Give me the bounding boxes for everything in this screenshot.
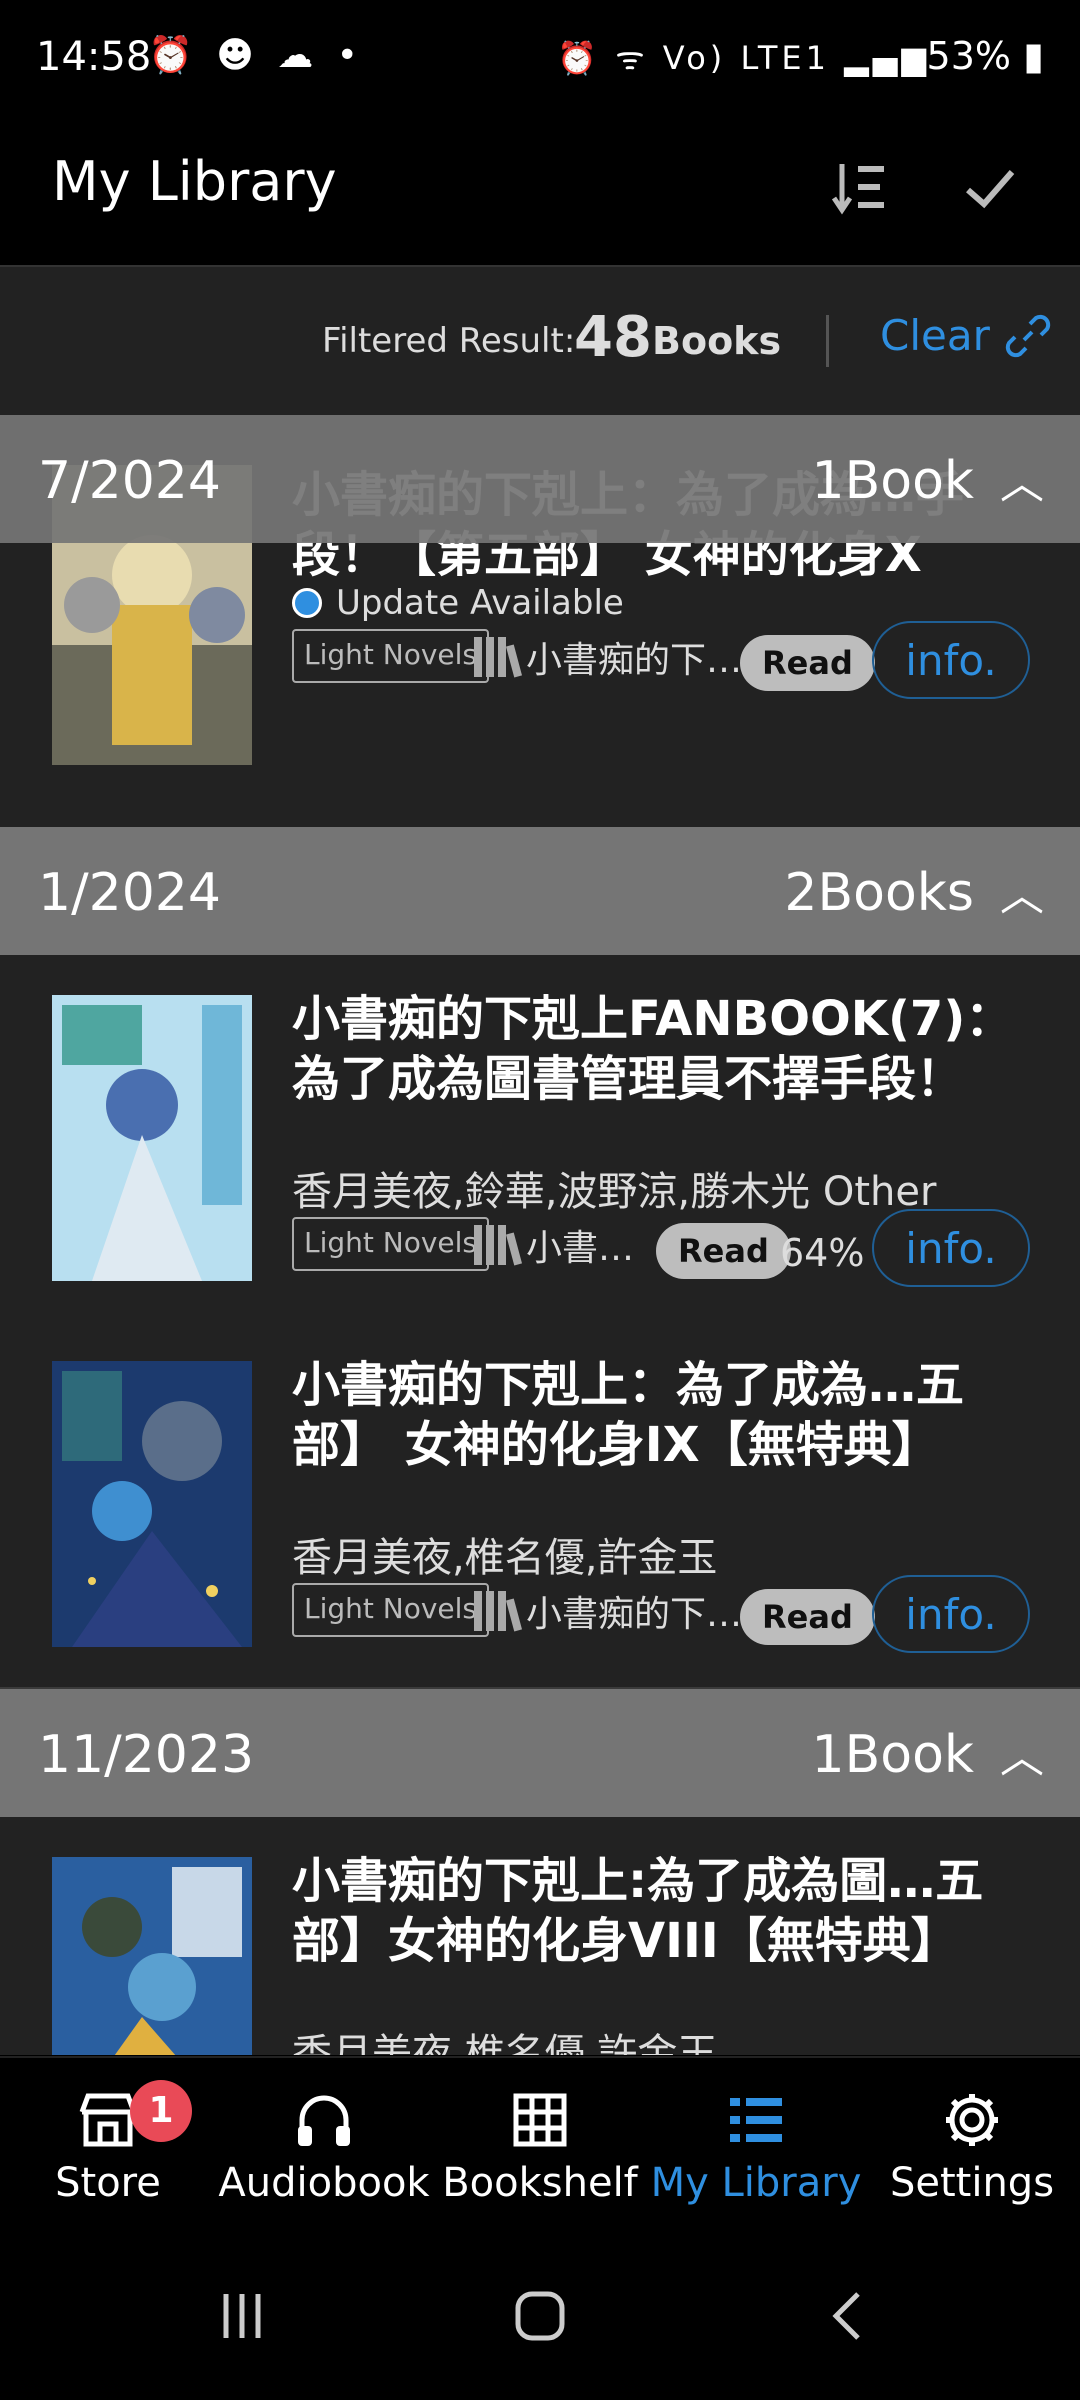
sort-icon: [831, 164, 884, 215]
page-title: My Library: [52, 150, 337, 213]
grid-icon: [513, 2093, 567, 2147]
nav-label: Bookshelf: [442, 2160, 638, 2206]
nav-label: My Library: [650, 2160, 862, 2206]
book-title[interactable]: 小書痴的下剋上：為了成為…五部】 女神的化身IX【無特典】: [292, 1355, 1032, 1475]
unlink-icon: [1005, 314, 1051, 357]
section-date: 11/2023: [38, 1725, 255, 1785]
list-item[interactable]: 小書痴的下剋上：為了成為…五部】 女神的化身IX【無特典】 香月美夜,椎名優,許…: [0, 1321, 1080, 1689]
chevron-up-icon[interactable]: ︿: [1000, 859, 1044, 923]
chevron-up-icon[interactable]: ︿: [1000, 1721, 1044, 1785]
book-authors: 香月美夜,鈴華,波野涼,勝木光 Other: [292, 1169, 937, 1215]
update-label: Update Available: [336, 583, 624, 623]
category-tag: Light Novels: [292, 1583, 490, 1637]
home-icon: [515, 2291, 565, 2341]
nav-label: Store: [55, 2160, 161, 2206]
gear-icon: [946, 2094, 998, 2146]
nav-settings[interactable]: Settings: [864, 2058, 1080, 2238]
back-icon: [832, 2292, 860, 2340]
book-authors: 香月美夜,椎名優,許金玉: [292, 2031, 718, 2055]
filter-count: 48: [574, 305, 652, 370]
section-count: 1Book: [811, 451, 975, 511]
list-icon: [730, 2098, 782, 2142]
update-status: Update Available: [292, 583, 624, 623]
series-link[interactable]: 小書痴的下…: [474, 1585, 742, 1637]
read-button[interactable]: Read: [740, 1589, 875, 1645]
section-header[interactable]: 7/2024 1Book ︿: [0, 415, 1080, 543]
category-tag: Light Novels: [292, 1217, 490, 1271]
section-header[interactable]: 11/2023 1Book ︿: [0, 1689, 1080, 1817]
info-button[interactable]: info.: [872, 1575, 1030, 1653]
series-label: 小書痴的下…: [526, 640, 743, 681]
clear-label: Clear: [880, 311, 990, 360]
battery-level: 53% ▮: [926, 34, 1044, 78]
recents-icon: [223, 2294, 261, 2338]
bookshelf-icon: [474, 637, 523, 678]
status-time: 14:58: [36, 34, 152, 80]
home-button[interactable]: [480, 2276, 600, 2356]
read-button[interactable]: Read: [740, 635, 875, 691]
book-cover[interactable]: [52, 995, 252, 1281]
book-cover[interactable]: [52, 1361, 252, 1647]
connectivity-icons: ⏰ ᯤ Vo) LTE1 ▂▄▆: [557, 39, 930, 77]
system-navigation-bar: [0, 2236, 1080, 2400]
bookshelf-icon: [474, 1591, 523, 1632]
recent-apps-button[interactable]: [182, 2276, 302, 2356]
book-title[interactable]: 小書痴的下剋上:為了成為圖…五部】女神的化身VIII【無特典】: [292, 1851, 1032, 1971]
nav-label: Settings: [889, 2160, 1055, 2206]
update-dot-icon: [292, 588, 322, 618]
reading-progress: 64%: [780, 1231, 865, 1275]
chevron-up-icon[interactable]: ︿: [1000, 447, 1044, 511]
series-label: 小書痴的下…: [526, 1594, 743, 1635]
filter-unit: Books: [652, 319, 782, 363]
series-link[interactable]: 小書…: [474, 1219, 634, 1271]
clear-filter-button[interactable]: Clear: [880, 311, 1052, 360]
headphones-icon: [298, 2095, 350, 2146]
library-list[interactable]: 小書痴的下剋上：為了成為…手段！【第五部】 女神的化身X Update Avai…: [0, 415, 1080, 2055]
section-header[interactable]: 1/2024 2Books ︿: [0, 827, 1080, 955]
app-bar: My Library: [0, 120, 1080, 265]
series-label: 小書…: [526, 1228, 635, 1269]
bottom-navigation: Store 1 Audiobook Bookshelf My Library S…: [0, 2056, 1080, 2238]
nav-my-library[interactable]: My Library: [648, 2058, 864, 2238]
select-check-button[interactable]: [950, 148, 1030, 228]
book-title[interactable]: 小書痴的下剋上FANBOOK(7)：為了成為圖書管理員不擇手段！: [292, 989, 1032, 1109]
sort-button[interactable]: [820, 148, 900, 228]
status-bar: 14:58 ⏰ ☻ ☁ • ⏰ ᯤ Vo) LTE1 ▂▄▆ 53% ▮: [0, 0, 1080, 120]
read-button[interactable]: Read: [656, 1223, 791, 1279]
section-count: 2Books: [784, 863, 974, 923]
nav-audiobook[interactable]: Audiobook: [216, 2058, 432, 2238]
series-link[interactable]: 小書痴的下…: [474, 631, 742, 683]
info-button[interactable]: info.: [872, 1209, 1030, 1287]
check-icon: [966, 170, 1015, 209]
notification-icons: ⏰ ☻ ☁ •: [148, 35, 364, 76]
book-cover[interactable]: [52, 1857, 252, 2055]
nav-store[interactable]: Store 1: [0, 2058, 216, 2238]
filter-bar: Filtered Result: 48 Books Clear: [0, 265, 1080, 417]
list-item[interactable]: 小書痴的下剋上:為了成為圖…五部】女神的化身VIII【無特典】 香月美夜,椎名優…: [0, 1817, 1080, 2055]
category-tag: Light Novels: [292, 629, 490, 683]
filter-label: Filtered Result:: [322, 321, 576, 361]
section-date: 7/2024: [38, 451, 221, 511]
bookshelf-icon: [474, 1225, 523, 1266]
book-authors: 香月美夜,椎名優,許金玉: [292, 1535, 718, 1581]
divider: [826, 315, 829, 367]
section-count: 1Book: [811, 1725, 975, 1785]
back-button[interactable]: [788, 2276, 908, 2356]
notification-badge: 1: [130, 2080, 192, 2142]
section-date: 1/2024: [38, 863, 221, 923]
info-button[interactable]: info.: [872, 621, 1030, 699]
list-item[interactable]: 小書痴的下剋上FANBOOK(7)：為了成為圖書管理員不擇手段！ 香月美夜,鈴華…: [0, 955, 1080, 1323]
nav-label: Audiobook: [218, 2160, 430, 2206]
nav-bookshelf[interactable]: Bookshelf: [432, 2058, 648, 2238]
